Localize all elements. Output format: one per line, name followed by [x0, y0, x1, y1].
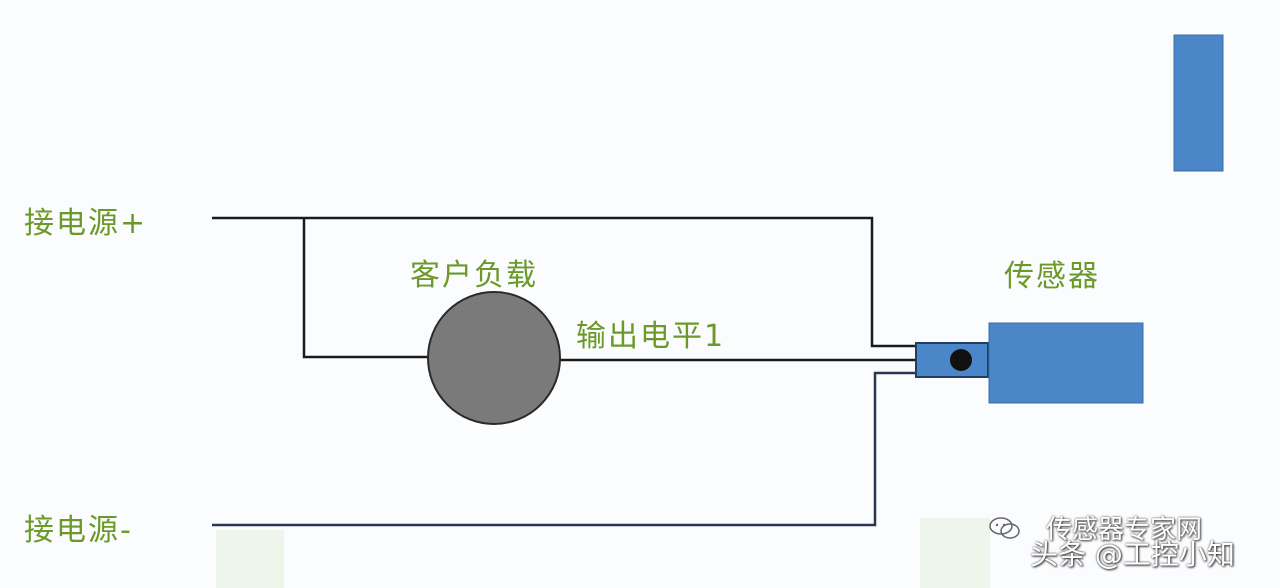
sensor-label: 传感器: [1004, 259, 1100, 294]
background-patch: [216, 530, 284, 588]
indicator-block: [1173, 34, 1224, 172]
sensor-body: [988, 322, 1144, 404]
load-circle: [427, 291, 561, 425]
power-plus-label: 接电源+: [24, 206, 148, 241]
wire-power-plus: [212, 216, 918, 348]
wiring-diagram: 接电源+ 接电源- 客户负载 输出电平1 传感器 传感器专家网 头条 @工控小知: [0, 0, 1280, 588]
power-minus-label: 接电源-: [24, 513, 133, 548]
background-patch: [920, 518, 990, 588]
output-level-label: 输出电平1: [576, 319, 726, 354]
customer-load-label: 客户负载: [410, 258, 538, 293]
wire-power-minus: [212, 371, 918, 527]
wechat-icon: [989, 517, 1020, 539]
watermark-author-text: 头条 @工控小知: [1030, 538, 1235, 571]
connector-pin: [950, 349, 972, 371]
